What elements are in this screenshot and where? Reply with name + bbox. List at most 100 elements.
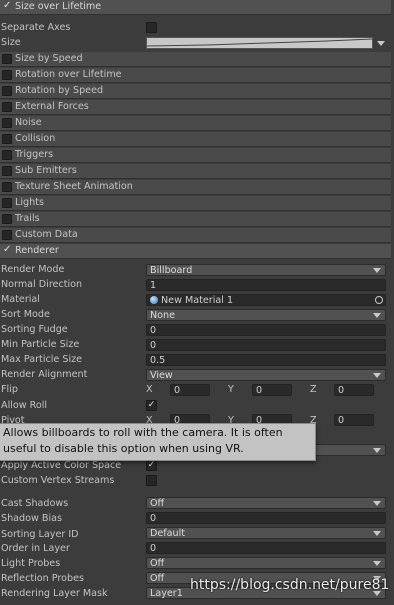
allow-roll-tooltip: Allows billboards to roll with the camer…: [0, 423, 316, 461]
material-sphere-icon: [150, 296, 158, 304]
chevron-down-icon: [373, 448, 381, 453]
module-header-trails[interactable]: Trails: [0, 212, 391, 227]
module-label: Collision: [15, 133, 56, 144]
module-toggle-checkbox[interactable]: [2, 214, 12, 224]
custom-vertex-streams-checkbox[interactable]: [146, 475, 157, 486]
module-toggle-checkbox[interactable]: [2, 134, 12, 144]
chevron-down-icon: [373, 313, 381, 318]
module-header-custom-data[interactable]: Custom Data: [0, 228, 391, 243]
sorting-layer-id-dropdown[interactable]: Default: [146, 527, 386, 539]
module-header-renderer[interactable]: ✓ Renderer: [0, 244, 391, 259]
module-toggle-checkbox[interactable]: [2, 166, 12, 176]
flip-x-axis-label: X: [146, 384, 153, 395]
module-header-noise[interactable]: Noise: [0, 116, 391, 131]
module-label: Rotation by Speed: [15, 85, 104, 96]
module-header-sub-emitters[interactable]: Sub Emitters: [0, 164, 391, 179]
render-alignment-value: View: [150, 370, 173, 381]
light-probes-dropdown[interactable]: Off: [146, 557, 386, 569]
render-mode-value: Billboard: [150, 265, 193, 276]
module-toggle-checkbox[interactable]: [2, 150, 12, 160]
cast-shadows-value: Off: [150, 498, 165, 509]
allow-roll-checkbox[interactable]: ✓: [146, 400, 157, 411]
module-label: Renderer: [15, 245, 59, 256]
render-alignment-label: Render Alignment: [1, 369, 88, 380]
module-label: Trails: [15, 213, 40, 224]
pivot-z-field[interactable]: 0: [334, 414, 374, 426]
tooltip-line-1: Allows billboards to roll with the camer…: [3, 426, 283, 439]
min-particle-size-label: Min Particle Size: [1, 339, 80, 350]
module-header-size-by-speed[interactable]: Size by Speed: [0, 52, 391, 67]
custom-vertex-streams-label: Custom Vertex Streams: [1, 475, 115, 486]
flip-y-field[interactable]: 0: [252, 384, 292, 396]
flip-y-axis-label: Y: [228, 384, 234, 395]
module-label: Custom Data: [15, 229, 78, 240]
module-toggle-checkbox[interactable]: [2, 70, 12, 80]
light-probes-label: Light Probes: [1, 558, 61, 569]
sort-mode-label: Sort Mode: [1, 309, 50, 320]
shadow-bias-field[interactable]: 0: [146, 512, 386, 524]
size-curve-field[interactable]: [146, 37, 373, 49]
module-toggle-checkbox[interactable]: [2, 230, 12, 240]
flip-z-field[interactable]: 0: [334, 384, 374, 396]
module-header-size-over-lifetime[interactable]: ✓ Size over Lifetime: [0, 0, 391, 15]
chevron-down-icon[interactable]: [377, 41, 385, 46]
flip-x-field[interactable]: 0: [170, 384, 210, 396]
rendering-layer-mask-label: Rendering Layer Mask: [1, 588, 108, 599]
sorting-fudge-field[interactable]: 0: [146, 324, 386, 336]
module-label: Texture Sheet Animation: [15, 181, 133, 192]
max-particle-size-field[interactable]: 0.5: [146, 354, 386, 366]
order-in-layer-label: Order in Layer: [1, 543, 70, 554]
module-label: Sub Emitters: [15, 165, 77, 176]
sorting-fudge-label: Sorting Fudge: [1, 324, 68, 335]
module-label: Rotation over Lifetime: [15, 69, 122, 80]
module-header-collision[interactable]: Collision: [0, 132, 391, 147]
module-toggle-checkbox[interactable]: [2, 86, 12, 96]
tooltip-line-2: useful to disable this option when using…: [3, 442, 244, 455]
module-header-triggers[interactable]: Triggers: [0, 148, 391, 163]
module-header-texture-sheet-animation[interactable]: Texture Sheet Animation: [0, 180, 391, 195]
module-toggle-checkbox[interactable]: [2, 54, 12, 64]
cast-shadows-label: Cast Shadows: [1, 498, 69, 509]
apply-active-color-space-checkbox[interactable]: ✓: [146, 460, 157, 471]
render-mode-dropdown[interactable]: Billboard: [146, 264, 386, 276]
check-icon[interactable]: ✓: [3, 0, 11, 12]
rendering-layer-mask-value: Layer1: [150, 588, 183, 599]
module-toggle-checkbox[interactable]: [2, 118, 12, 128]
separate-axes-checkbox[interactable]: [146, 22, 157, 33]
module-toggle-checkbox[interactable]: [2, 182, 12, 192]
module-label: Size over Lifetime: [15, 1, 102, 12]
material-field[interactable]: New Material 1: [146, 294, 386, 306]
chevron-down-icon: [373, 501, 381, 506]
module-toggle-checkbox[interactable]: [2, 102, 12, 112]
size-label: Size: [1, 37, 21, 48]
render-mode-label: Render Mode: [1, 264, 65, 275]
render-alignment-dropdown[interactable]: View: [146, 369, 386, 381]
check-icon[interactable]: ✓: [3, 244, 11, 256]
min-particle-size-field[interactable]: 0: [146, 339, 386, 351]
check-icon: ✓: [147, 460, 156, 470]
sort-mode-dropdown[interactable]: None: [146, 309, 386, 321]
chevron-down-icon: [373, 268, 381, 273]
watermark-text: https://blog.csdn.net/pure81: [190, 577, 390, 593]
separate-axes-label: Separate Axes: [1, 22, 71, 33]
module-header-rotation-by-speed[interactable]: Rotation by Speed: [0, 84, 391, 99]
module-header-lights[interactable]: Lights: [0, 196, 391, 211]
chevron-down-icon: [373, 531, 381, 536]
module-header-external-forces[interactable]: External Forces: [0, 100, 391, 115]
normal-direction-field[interactable]: 1: [146, 279, 386, 291]
allow-roll-label: Allow Roll: [1, 400, 48, 411]
shadow-bias-label: Shadow Bias: [1, 513, 63, 524]
module-label: Lights: [15, 197, 44, 208]
module-header-rotation-over-lifetime[interactable]: Rotation over Lifetime: [0, 68, 391, 83]
apply-active-color-space-label: Apply Active Color Space: [1, 460, 122, 471]
cast-shadows-dropdown[interactable]: Off: [146, 497, 386, 509]
object-picker-icon[interactable]: [375, 296, 383, 304]
light-probes-value: Off: [150, 558, 165, 569]
module-label: Size by Speed: [15, 53, 83, 64]
check-icon: ✓: [147, 400, 156, 410]
flip-z-axis-label: Z: [310, 384, 317, 395]
order-in-layer-field[interactable]: 0: [146, 542, 386, 554]
chevron-down-icon: [373, 561, 381, 566]
module-toggle-checkbox[interactable]: [2, 198, 12, 208]
reflection-probes-value: Off: [150, 573, 165, 584]
